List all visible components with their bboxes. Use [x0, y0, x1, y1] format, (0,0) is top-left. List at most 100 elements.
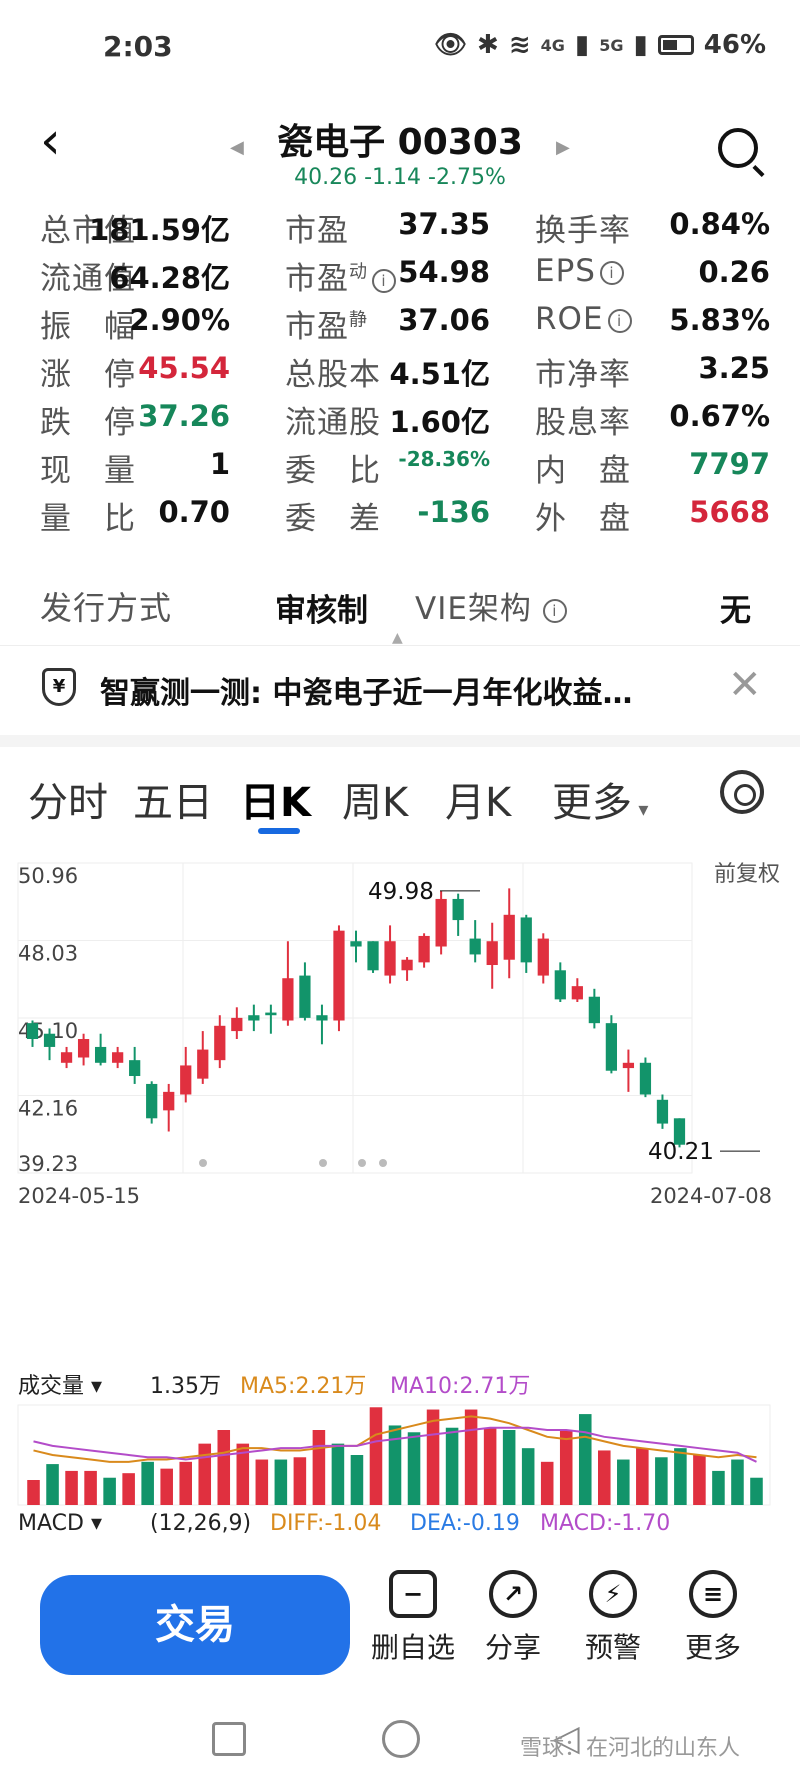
volume-bar: [464, 1409, 478, 1505]
stat-value: 37.35: [398, 207, 490, 241]
trade-button[interactable]: 交易: [40, 1575, 350, 1675]
info-icon[interactable]: i: [542, 598, 567, 623]
candle-body: [605, 1023, 618, 1071]
volume-bar: [103, 1477, 116, 1505]
period-tabs: 分时 五日 日K 周K 月K 更多 ▾: [0, 760, 800, 850]
close-icon[interactable]: ✕: [728, 662, 762, 708]
stat-value: 4.51亿: [389, 357, 490, 391]
stat-label: 市盈: [285, 213, 349, 249]
candle-body: [571, 986, 583, 1000]
stat-value: -28.36%: [398, 447, 490, 471]
candle-body: [231, 1017, 243, 1032]
recents-icon[interactable]: [212, 1722, 246, 1756]
x-tick-label: 2024-05-15: [18, 1184, 140, 1208]
tab-daily-k[interactable]: 日K: [240, 770, 311, 828]
notice-banner[interactable]: ¥ 智赢测一测: 中瓷电子近一月年化收益… ✕: [0, 645, 800, 735]
battery-icon: [657, 35, 694, 55]
watermark: 雪球：在河北的山东人: [520, 1736, 741, 1761]
macd-params: (12,26,9): [150, 1511, 251, 1535]
stat-value: 3.25: [698, 351, 770, 385]
stat-label: 换手率: [535, 213, 631, 249]
stat-value: 0.70: [158, 495, 230, 529]
volume-bar: [217, 1430, 231, 1505]
vie-label: VIE架构 i: [415, 583, 567, 628]
bluetooth-icon: ✱: [477, 30, 499, 60]
share-button[interactable]: ↗ 分享: [468, 1570, 558, 1666]
stat-label: 振 幅: [40, 309, 136, 345]
stat-value: 37.26: [138, 399, 230, 433]
settings-gear-icon[interactable]: [720, 770, 764, 814]
network-4g: 4G: [540, 35, 565, 55]
dea-label: DEA:-0.19: [410, 1511, 520, 1535]
tab-more[interactable]: 更多 ▾: [552, 770, 648, 828]
remove-watchlist-button[interactable]: − 删自选: [368, 1570, 458, 1666]
notice-text[interactable]: 智赢测一测: 中瓷电子近一月年化收益…: [100, 668, 632, 712]
candle-body: [77, 1039, 90, 1058]
volume-bar: [350, 1455, 364, 1505]
candle-body: [537, 938, 549, 976]
tab-monthly-k[interactable]: 月K: [445, 770, 511, 828]
candle-body: [26, 1023, 39, 1040]
volume-bar: [426, 1409, 440, 1505]
volume-bar: [65, 1470, 78, 1505]
expand-caret-icon[interactable]: ▲: [392, 630, 403, 646]
candle-body: [622, 1062, 635, 1069]
event-dot: [358, 1159, 366, 1167]
adjustment-label: 前复权: [714, 862, 780, 887]
bottom-action-bar: 交易 − 删自选 ↗ 分享 ⚡ 预警 ≡ 更多: [0, 1560, 800, 1685]
candle-body: [180, 1065, 192, 1095]
tab-weekly-k[interactable]: 周K: [342, 770, 408, 828]
candle-body: [503, 914, 515, 960]
stat-label: 量 比: [40, 501, 136, 537]
volume-bar: [540, 1461, 554, 1505]
stat-label: 流通股: [285, 405, 381, 441]
tab-five-day[interactable]: 五日: [133, 770, 213, 828]
status-time: 2:03: [103, 30, 173, 63]
stat-label: EPS i: [535, 253, 624, 289]
candle-body: [197, 1049, 209, 1079]
stat-label: 市盈静: [285, 309, 368, 345]
volume-bar: [274, 1459, 288, 1505]
system-nav-bar: ◁ 雪球：在河北的山东人: [0, 1700, 800, 1778]
stat-value: 64.28亿: [109, 261, 230, 295]
event-dot: [319, 1159, 327, 1167]
search-icon[interactable]: [718, 128, 758, 168]
candle-body: [112, 1052, 124, 1063]
stock-quote: 40.26 -1.14 -2.75%: [294, 165, 506, 190]
stat-label: 委 差: [285, 501, 381, 537]
more-button[interactable]: ≡ 更多: [668, 1570, 758, 1666]
volume-bar: [578, 1414, 592, 1505]
vie-value: 无: [720, 593, 751, 629]
kline-chart[interactable]: 50.9648.0345.1042.1639.2349.9840.21前复权20…: [0, 848, 800, 1328]
candle-body: [520, 917, 532, 963]
wifi-icon: ≋: [508, 30, 531, 60]
stat-label: 内 盘: [535, 453, 631, 489]
volume-bar: [521, 1448, 535, 1505]
volume-bar: [122, 1473, 135, 1505]
stat-value: 1.60亿: [389, 405, 490, 439]
volume-bar: [712, 1470, 725, 1505]
stat-value: 1: [209, 447, 230, 481]
stat-label: 跌 停: [40, 405, 136, 441]
candle-body: [163, 1091, 175, 1111]
tab-intraday[interactable]: 分时: [28, 770, 108, 828]
info-icon[interactable]: i: [372, 268, 396, 293]
stat-value: 7797: [689, 447, 770, 481]
volume-chart[interactable]: 成交量 ▾ 1.35万 MA5:2.21万 MA10:2.71万 MACD ▾ (12,2…: [0, 1365, 800, 1535]
info-icon[interactable]: i: [607, 308, 632, 333]
candle-body: [248, 1015, 260, 1021]
candle-body: [435, 898, 447, 947]
alert-button[interactable]: ⚡ 预警: [568, 1570, 658, 1666]
home-icon[interactable]: [382, 1720, 420, 1758]
issuance-label: 发行方式: [40, 589, 173, 627]
volume-bar: [312, 1430, 326, 1505]
info-icon[interactable]: i: [599, 260, 624, 285]
volume-bar: [483, 1427, 497, 1505]
next-stock-icon[interactable]: ▶: [556, 137, 570, 158]
volume-bar: [84, 1470, 97, 1505]
candle-body: [554, 970, 566, 1000]
section-divider: [0, 735, 800, 747]
volume-bar: [445, 1427, 459, 1505]
alert-bell-icon: ⚡: [589, 1570, 637, 1618]
status-icons: 👁 ✱ ≋ 4G ▮ 5G ▮ 46%: [434, 30, 766, 60]
